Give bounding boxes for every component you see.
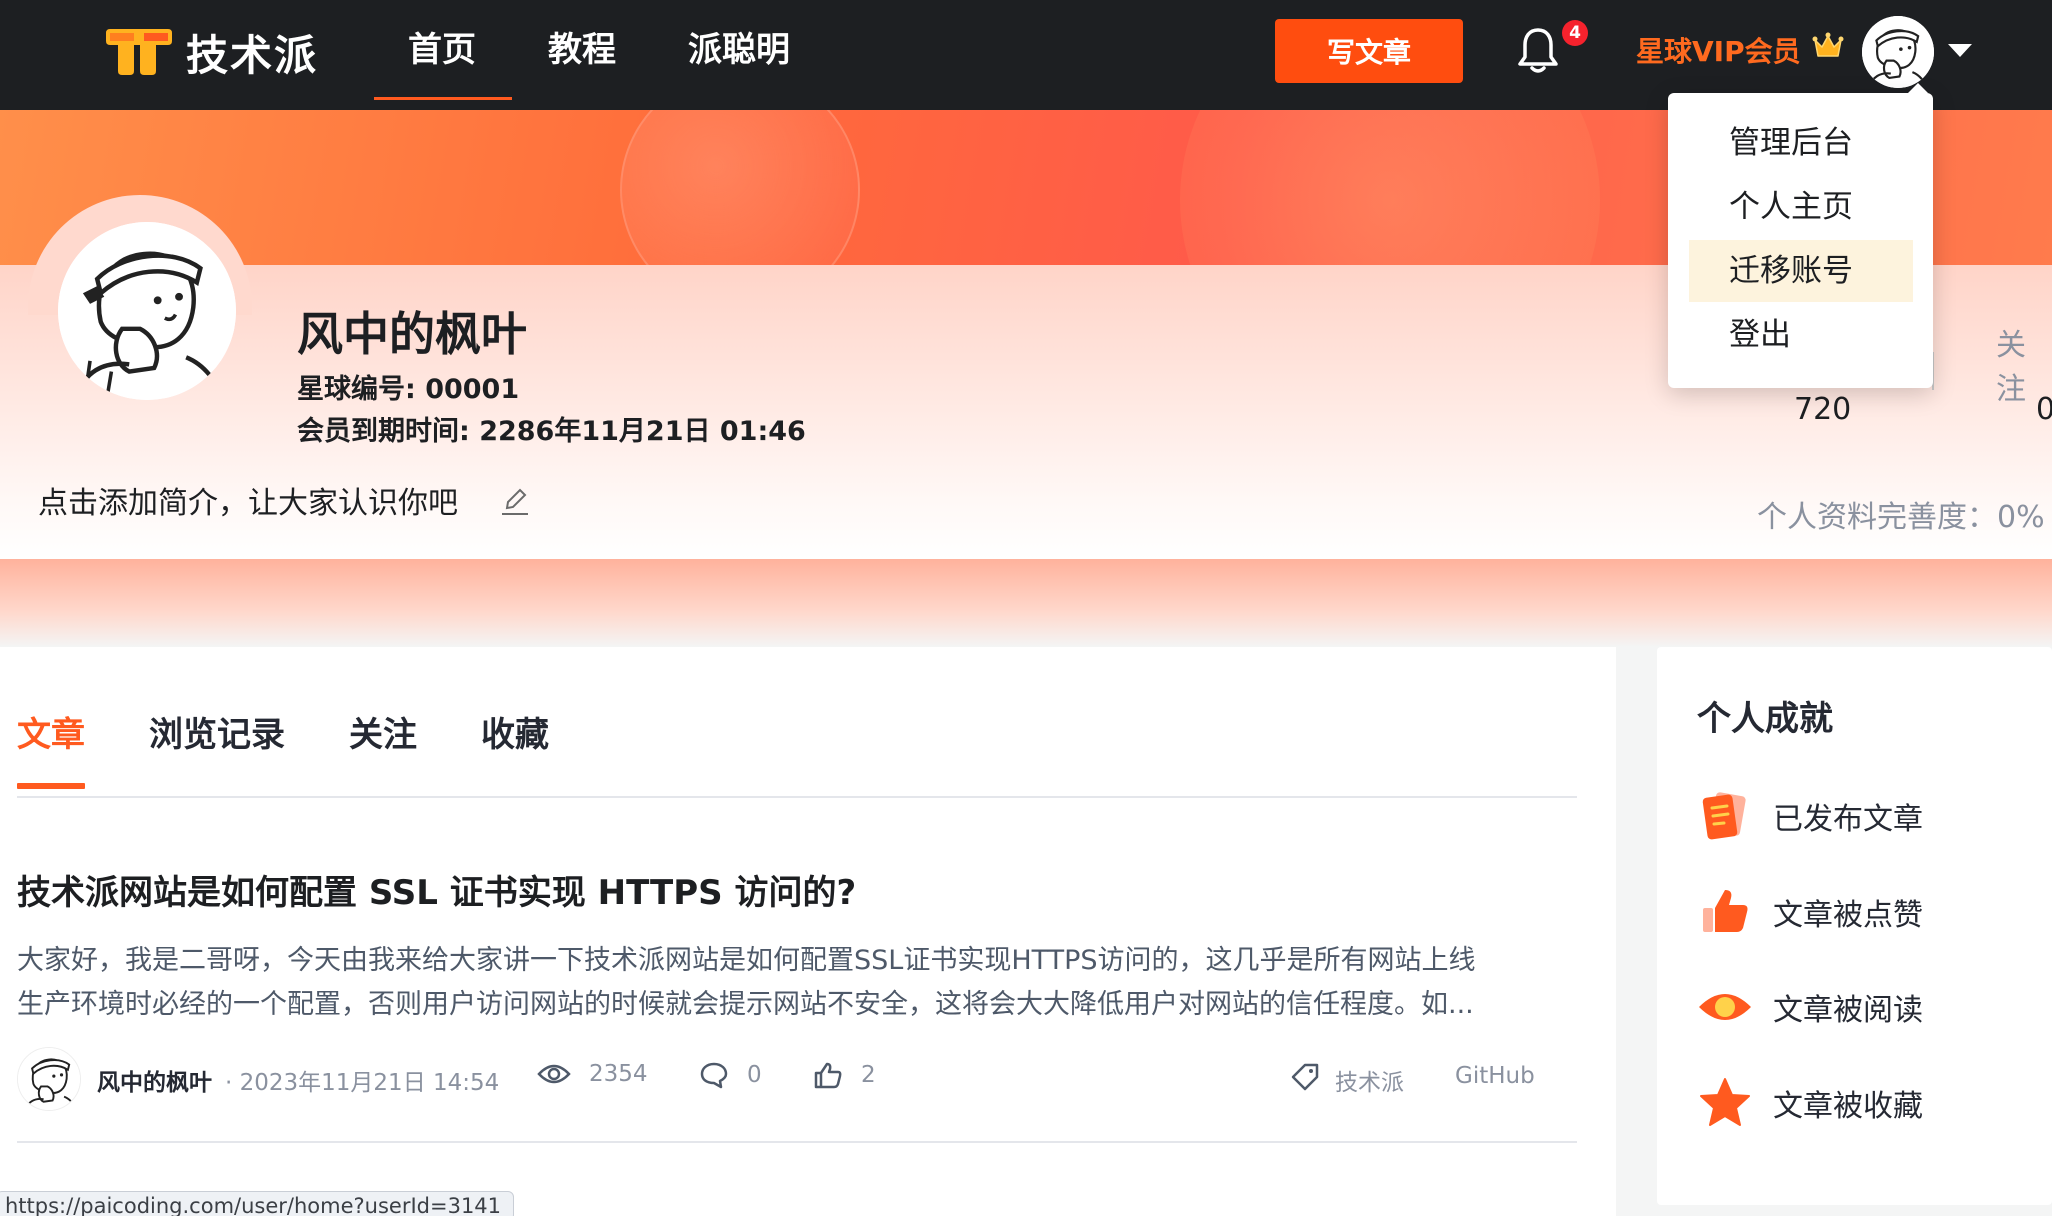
tabs-divider <box>17 796 1577 798</box>
article-divider <box>17 1141 1577 1143</box>
comment-count[interactable]: 0 <box>699 1061 762 1089</box>
crown-icon <box>1812 32 1844 57</box>
nav-home[interactable]: 首页 <box>374 0 512 110</box>
article-author[interactable]: 风中的枫叶 <box>97 1063 212 1097</box>
status-bar-url: https://paicoding.com/user/home?userId=3… <box>0 1191 515 1216</box>
menu-item-migrate-account[interactable]: 迁移账号 <box>1689 240 1913 302</box>
write-article-button[interactable]: 写文章 <box>1275 19 1463 83</box>
profile-name: 风中的枫叶 <box>297 307 527 361</box>
tab-history[interactable]: 浏览记录 <box>149 707 285 787</box>
like-count-value: 2 <box>861 1062 876 1088</box>
article-title[interactable]: 技术派网站是如何配置 SSL 证书实现 HTTPS 访问的? <box>17 865 856 914</box>
achievement-favorited: 文章被收藏 <box>1697 1073 1923 1133</box>
profile-avatar[interactable] <box>58 222 236 400</box>
avatar-illustration-icon <box>1862 16 1934 88</box>
nav-paicongming[interactable]: 派聪明 <box>688 0 790 110</box>
decorative-band <box>0 559 2052 647</box>
view-count-value: 2354 <box>589 1061 648 1087</box>
stat-count-1: 720 <box>1794 392 1852 427</box>
profile-intro[interactable]: 点击添加简介，让大家认识你吧 <box>38 478 458 522</box>
achievement-label: 已发布文章 <box>1773 802 1923 837</box>
user-dropdown-menu: 管理后台 个人主页 迁移账号 登出 <box>1668 83 1933 388</box>
main-content: 文章 浏览记录 关注 收藏 技术派网站是如何配置 SSL 证书实现 HTTPS … <box>0 647 1616 1216</box>
eye-icon <box>537 1064 571 1084</box>
avatar-illustration-icon <box>58 222 236 400</box>
article-date: · 2023年11月21日 14:54 <box>225 1070 500 1096</box>
edit-icon[interactable] <box>498 484 532 518</box>
achievement-label: 文章被阅读 <box>1773 993 1923 1028</box>
tag-github[interactable]: GitHub <box>1455 1063 1535 1089</box>
article-meta: 风中的枫叶 · 2023年11月21日 14:54 2354 0 2 技术派 G… <box>17 1047 1577 1111</box>
profile-tabs: 文章 浏览记录 关注 收藏 <box>17 707 613 789</box>
avatar-illustration-icon <box>18 1048 80 1110</box>
view-count: 2354 <box>537 1061 648 1087</box>
main-nav: 首页 教程 派聪明 <box>374 0 862 110</box>
like-count[interactable]: 2 <box>813 1061 876 1089</box>
notification-badge: 4 <box>1562 20 1588 46</box>
star-icon <box>1700 1078 1750 1126</box>
tab-articles[interactable]: 文章 <box>17 707 85 789</box>
nav-tutorial[interactable]: 教程 <box>548 0 616 110</box>
tab-follow[interactable]: 关注 <box>349 707 417 787</box>
membership-expire: 会员到期时间: 2286年11月21日 01:46 <box>297 416 806 447</box>
planet-id: 星球编号: 00001 <box>297 374 520 405</box>
document-icon <box>1702 792 1746 840</box>
article-summary-line: 大家好，我是二哥呀，今天由我来给大家讲一下技术派网站是如何配置SSL证书实现HT… <box>17 945 1476 976</box>
menu-item-profile[interactable]: 个人主页 <box>1689 176 1913 238</box>
article-summary[interactable]: 大家好，我是二哥呀，今天由我来给大家讲一下技术派网站是如何配置SSL证书实现HT… <box>17 939 1557 1027</box>
achievement-label: 文章被点赞 <box>1773 898 1923 933</box>
achievements-title: 个人成就 <box>1697 699 1833 739</box>
comment-count-value: 0 <box>747 1062 762 1088</box>
thumbs-up-icon <box>1703 890 1748 932</box>
bell-icon[interactable] <box>1516 26 1560 76</box>
logo-text: 技术派 <box>186 30 319 80</box>
thumbs-up-icon <box>814 1062 842 1089</box>
profile-completion: 个人资料完善度：0% <box>1757 500 2045 535</box>
vip-label[interactable]: 星球VIP会员 <box>1636 30 1801 70</box>
achievements-panel: 个人成就 已发布文章 文章被点赞 文章被阅读 文章被收藏 <box>1657 647 2052 1205</box>
site-logo[interactable]: 技术派 <box>104 24 318 80</box>
user-avatar[interactable] <box>1862 16 1934 88</box>
achievement-liked: 文章被点赞 <box>1697 882 1923 942</box>
eye-icon <box>1699 994 1751 1020</box>
chevron-down-icon[interactable] <box>1948 44 1972 57</box>
author-avatar[interactable] <box>17 1047 81 1111</box>
tag-techpai[interactable]: 技术派 <box>1335 1063 1404 1097</box>
tag-icon <box>1291 1063 1319 1091</box>
comment-icon <box>700 1062 728 1089</box>
menu-item-logout[interactable]: 登出 <box>1689 304 1913 366</box>
achievement-read: 文章被阅读 <box>1697 977 1923 1037</box>
logo-icon <box>106 29 172 75</box>
achievement-label: 文章被收藏 <box>1773 1089 1923 1124</box>
achievement-published: 已发布文章 <box>1697 786 1923 846</box>
article-summary-line: 生产环境时必经的一个配置，否则用户访问网站的时候就会提示网站不安全，这将会大大降… <box>17 989 1474 1020</box>
menu-item-admin[interactable]: 管理后台 <box>1689 112 1913 174</box>
tab-favorites[interactable]: 收藏 <box>481 707 549 787</box>
stat-count-2: 0 <box>2036 392 2052 427</box>
